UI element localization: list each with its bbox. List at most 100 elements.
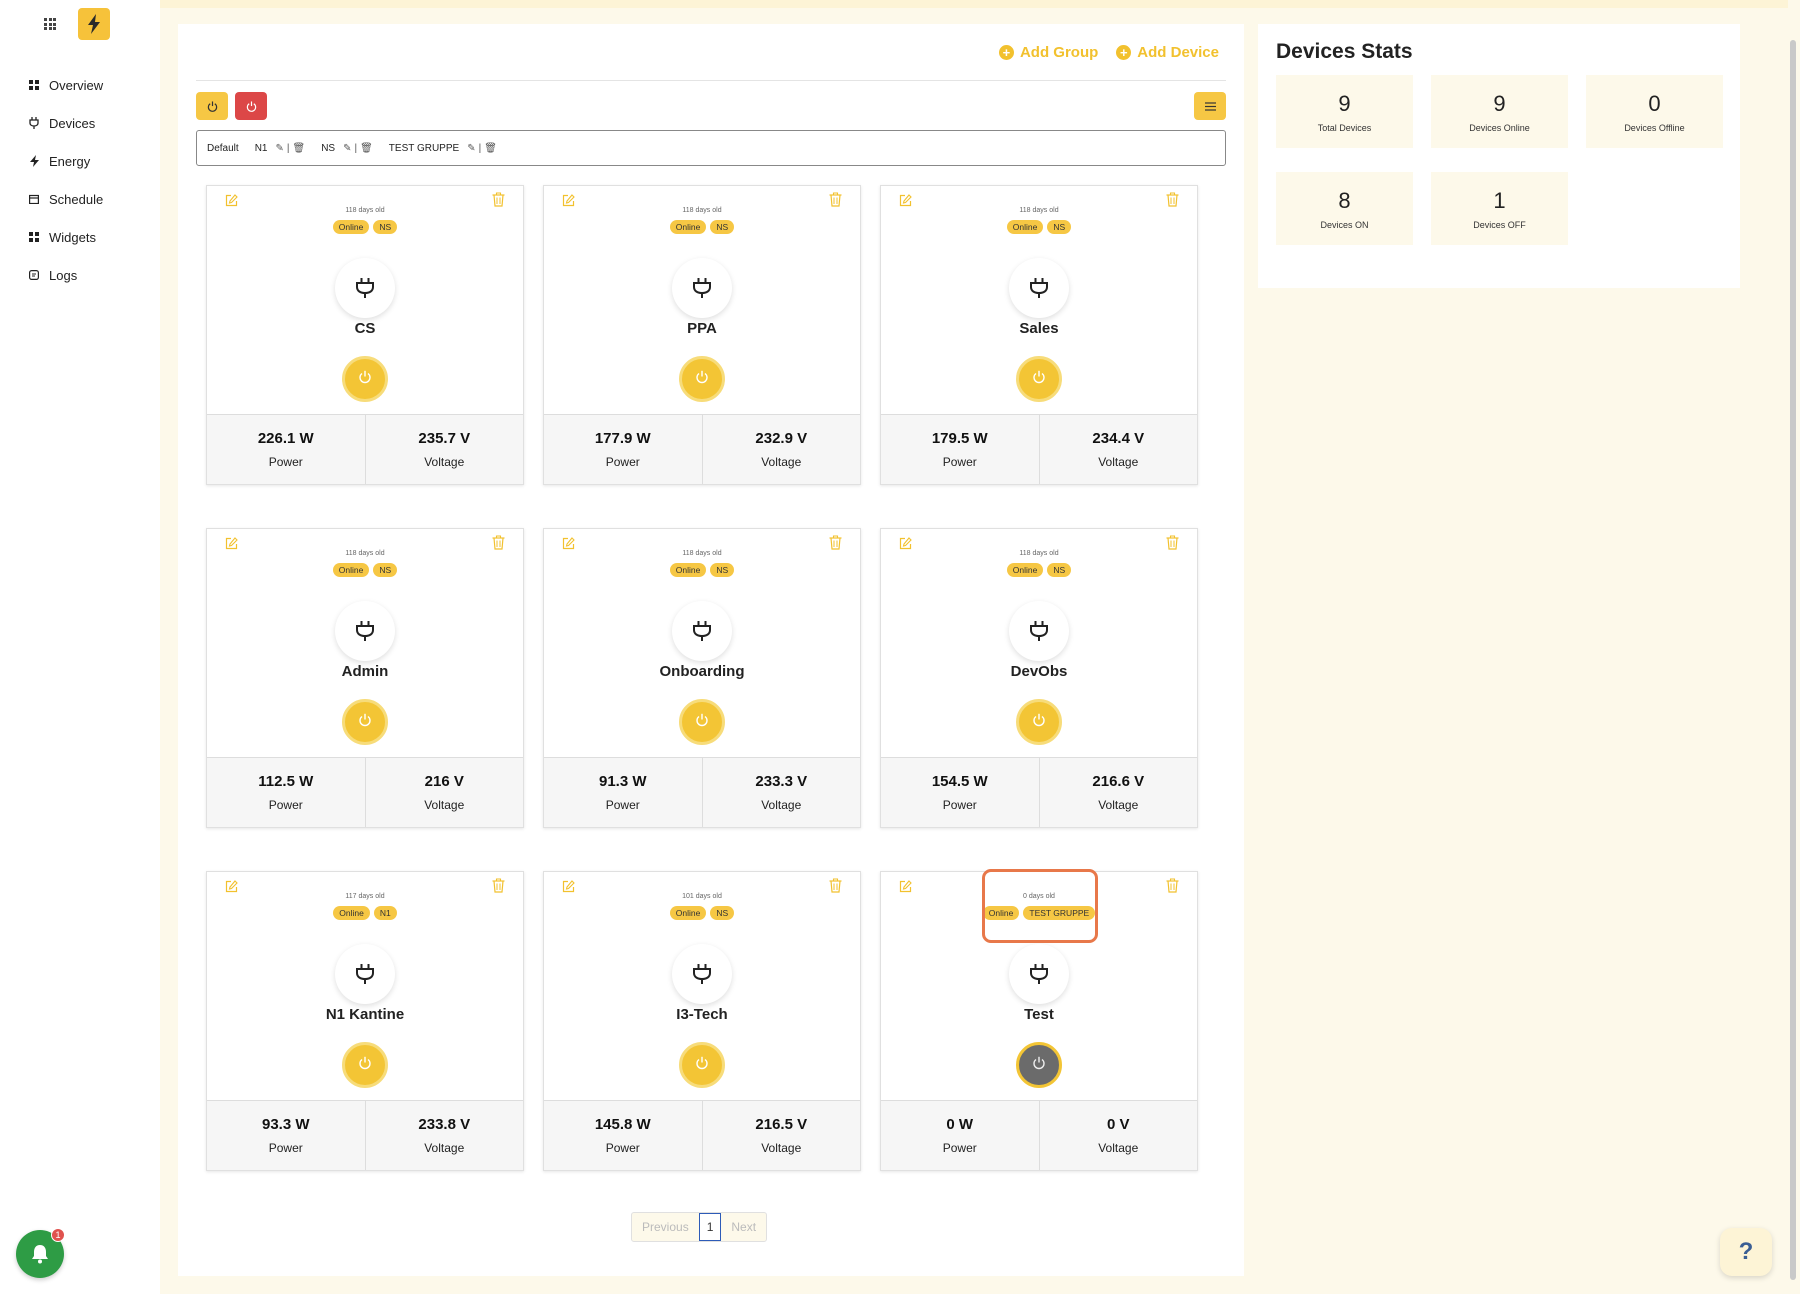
device-card: 118 days old Online NS DevObs 154.5 W Power 21… [880, 528, 1198, 828]
view-menu-button[interactable] [1194, 92, 1226, 120]
power-toggle-button[interactable] [342, 356, 388, 402]
power-icon [695, 1056, 709, 1075]
power-toggle-button[interactable] [679, 1042, 725, 1088]
device-badges: Online NS [544, 906, 860, 920]
group-tab-default[interactable]: Default [207, 143, 239, 154]
power-icon [358, 1056, 372, 1075]
group-badge: NS [1047, 220, 1072, 234]
voltage-label: Voltage [1098, 1141, 1139, 1155]
power-label: Power [268, 1141, 303, 1155]
calendar-icon [28, 193, 40, 205]
power-toggle-button[interactable] [679, 356, 725, 402]
sidebar-item-label: Energy [49, 153, 91, 169]
sidebar-item-energy[interactable]: Energy [28, 142, 103, 180]
power-toggle-button[interactable] [679, 699, 725, 745]
power-label: Power [942, 455, 977, 469]
pencil-icon[interactable]: ✎ [275, 143, 283, 154]
device-age: 101 days old [682, 893, 722, 900]
power-value: 177.9 W [594, 430, 651, 447]
notifications-button[interactable]: 1 [16, 1228, 65, 1278]
stat-devices-online: 9 Devices Online [1431, 75, 1568, 148]
power-value: 112.5 W [258, 773, 314, 790]
sidebar-item-devices[interactable]: Devices [28, 104, 103, 142]
voltage-label: Voltage [1098, 455, 1139, 469]
voltage-value: 233.3 V [755, 773, 808, 790]
power-reading: 226.1 W Power [207, 415, 365, 484]
pencil-icon[interactable]: ✎ [467, 143, 475, 154]
power-toggle-button[interactable] [342, 1042, 388, 1088]
stats-title: Devices Stats [1276, 40, 1413, 63]
sidebar-item-overview[interactable]: Overview [28, 66, 103, 104]
sidebar-item-label: Overview [49, 77, 104, 93]
power-value: 154.5 W [931, 773, 988, 790]
app-logo[interactable] [78, 8, 110, 40]
power-reading: 112.5 W Power [207, 758, 365, 827]
device-readings: 226.1 W Power 235.7 V Voltage [207, 414, 523, 484]
device-readings: 145.8 W Power 216.5 V Voltage [544, 1100, 860, 1170]
scrollbar-thumb[interactable] [1790, 40, 1796, 1280]
stat-total-devices: 9 Total Devices [1276, 75, 1413, 148]
device-card: 101 days old Online NS I3-Tech 145.8 W Power 2… [543, 871, 861, 1171]
add-device-button[interactable]: + Add Device [1116, 44, 1219, 61]
voltage-value: 232.9 V [755, 430, 808, 447]
device-age: 117 days old [345, 893, 385, 900]
pagination-previous[interactable]: Previous [632, 1213, 699, 1241]
power-reading: 177.9 W Power [544, 415, 702, 484]
add-group-button[interactable]: + Add Group [998, 44, 1098, 61]
sidebar-item-schedule[interactable]: Schedule [28, 180, 103, 218]
power-toggle-button[interactable] [1016, 356, 1062, 402]
voltage-value: 0 V [1106, 1116, 1130, 1133]
status-badge: Online [332, 220, 370, 234]
group-label: Default [207, 142, 239, 154]
power-toggle-button[interactable] [342, 699, 388, 745]
voltage-label: Voltage [424, 455, 465, 469]
status-badge: Online [1006, 563, 1044, 577]
pencil-icon[interactable]: ✎ [343, 143, 351, 154]
device-name: N1 Kantine [325, 1006, 405, 1023]
voltage-label: Voltage [761, 1141, 802, 1155]
power-icon [358, 370, 372, 389]
pagination-next[interactable]: Next [721, 1213, 766, 1241]
group-tab-test-gruppe[interactable]: TEST GRUPPE ✎ | 🗑 [389, 143, 497, 154]
pagination-page[interactable]: 1 [698, 1213, 722, 1241]
sidebar-item-widgets[interactable]: Widgets [28, 218, 103, 256]
device-name: Sales [1019, 320, 1059, 337]
power-reading: 93.3 W Power [207, 1101, 365, 1170]
device-readings: 179.5 W Power 234.4 V Voltage [881, 414, 1197, 484]
trash-icon[interactable]: 🗑 [360, 143, 373, 154]
all-off-button[interactable] [235, 92, 267, 120]
power-value: 0 W [946, 1116, 974, 1133]
help-button[interactable]: ? [1720, 1228, 1772, 1276]
panel-actions: + Add Group + Add Device [998, 44, 1219, 61]
power-toggle-button[interactable] [1016, 1042, 1062, 1088]
device-age: 118 days old [1019, 550, 1059, 557]
app-grid-icon[interactable] [44, 18, 56, 30]
group-badge: NS [1047, 563, 1072, 577]
power-icon [1032, 713, 1046, 732]
all-on-button[interactable] [196, 92, 228, 120]
device-name: PPA [687, 320, 717, 337]
group-tab-n1[interactable]: N1 ✎ | 🗑 [255, 143, 306, 154]
power-icon [1032, 1056, 1046, 1075]
divider [196, 80, 1226, 81]
device-badges: Online NS [544, 563, 860, 577]
power-value: 93.3 W [261, 1116, 310, 1133]
group-badge: NS [373, 563, 398, 577]
trash-icon[interactable]: 🗑 [292, 143, 305, 154]
device-badges: Online NS [544, 220, 860, 234]
power-icon [695, 370, 709, 389]
device-age: 118 days old [1019, 207, 1059, 214]
trash-icon[interactable]: 🗑 [484, 143, 497, 154]
voltage-reading: 216 V Voltage [364, 758, 524, 827]
group-tab-ns[interactable]: NS ✎ | 🗑 [321, 143, 373, 154]
stat-devices-offline: 0 Devices Offline [1586, 75, 1723, 148]
voltage-label: Voltage [424, 798, 465, 812]
groups-tabs: Default N1 ✎ | 🗑 NS ✎ | 🗑 TEST GRUPPE ✎ | 🗑 [196, 130, 1226, 166]
group-badge: N1 [373, 906, 397, 920]
power-toggle-button[interactable] [1016, 699, 1062, 745]
power-reading: 91.3 W Power [544, 758, 702, 827]
plug-icon [335, 258, 395, 318]
device-badges: Online NS [207, 563, 523, 577]
sidebar-item-logs[interactable]: Logs [28, 256, 103, 294]
voltage-value: 234.4 V [1092, 430, 1145, 447]
